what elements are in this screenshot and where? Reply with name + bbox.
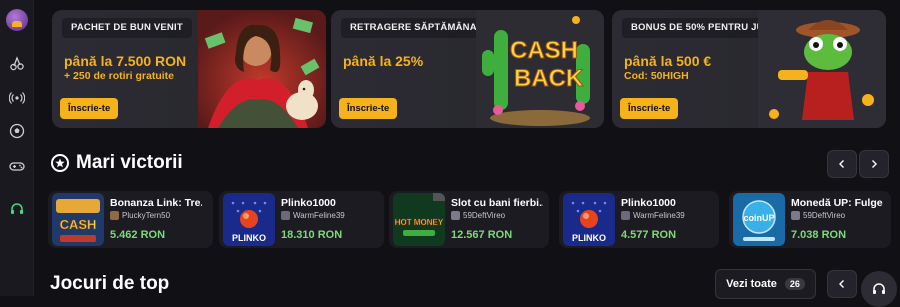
winner-user: PluckyTern50 xyxy=(110,211,170,220)
star-icon xyxy=(51,154,69,172)
username: WarmFeline39 xyxy=(293,211,345,220)
main-content: PACHET DE BUN VENIT până la 7.500 RON + … xyxy=(34,0,900,307)
promo-code: Cod: 50HIGH xyxy=(624,70,689,82)
support-chat-button[interactable] xyxy=(861,271,897,307)
prev-button[interactable] xyxy=(827,150,857,178)
big-wins-title: Mari victorii xyxy=(76,152,183,173)
big-win-card[interactable]: PLINKO Plinko1000 WarmFeline39 18.310 RO… xyxy=(219,191,384,248)
soccer-ball-icon[interactable] xyxy=(8,122,26,140)
game-name: Slot cu bani fierbi... xyxy=(451,197,543,209)
promo-card-cashback[interactable]: RETRAGERE SĂPTĂMÂNALĂ până la 25% Înscri… xyxy=(331,10,604,128)
chevron-left-icon xyxy=(839,160,844,168)
user-avatar-icon xyxy=(791,211,800,220)
hot-money-slot-thumbnail: HOT MONEY xyxy=(393,193,445,246)
promo-headline: până la 7.500 RON xyxy=(64,53,187,69)
cash-back-cactus-image: CASH BACK xyxy=(476,10,604,128)
promo-tag: PACHET DE BUN VENIT xyxy=(62,18,192,38)
promo-card-welcome[interactable]: PACHET DE BUN VENIT până la 7.500 RON + … xyxy=(52,10,326,128)
next-button[interactable] xyxy=(859,150,889,178)
gamepad-icon[interactable] xyxy=(8,157,26,175)
user-avatar-icon xyxy=(451,211,460,220)
cash-text: CASH xyxy=(510,37,578,64)
promo-headline: până la 25% xyxy=(343,53,424,69)
win-amount: 4.577 RON xyxy=(621,229,677,241)
frog-cowboy-image xyxy=(758,10,886,128)
games-count-badge: 26 xyxy=(784,278,805,290)
game-name: Plinko1000 xyxy=(281,197,336,209)
big-win-card[interactable]: PLINKO Plinko1000 WarmFeline39 4.577 RON xyxy=(559,191,719,248)
thumb-text: CASH xyxy=(60,217,97,232)
thumb-text: PLINKO xyxy=(572,233,606,243)
username: 59DeftVireo xyxy=(463,211,506,220)
winner-user: 59DeftVireo xyxy=(791,211,845,220)
big-win-card[interactable]: CASH Bonanza Link: Tre... PluckyTern50 5… xyxy=(48,191,213,248)
user-avatar-icon xyxy=(110,211,119,220)
big-win-card[interactable]: coinUP Monedă UP: Fulger 59DeftVireo 7.0… xyxy=(729,191,891,248)
user-avatar-icon xyxy=(281,211,290,220)
username: WarmFeline39 xyxy=(633,211,685,220)
broadcast-icon[interactable] xyxy=(8,89,26,107)
back-text: BACK xyxy=(514,65,584,92)
top-games-title: Jocuri de top xyxy=(50,273,170,294)
thumb-text: coinUP xyxy=(743,213,774,223)
chevron-right-icon xyxy=(872,160,877,168)
plinko-thumbnail: PLINKO xyxy=(563,193,615,246)
see-all-button[interactable]: Vezi toate 26 xyxy=(715,269,816,299)
winner-user: WarmFeline39 xyxy=(621,211,685,220)
game-name: Monedă UP: Fulger xyxy=(791,197,883,209)
username: PluckyTern50 xyxy=(122,211,171,220)
user-avatar-icon xyxy=(621,211,630,220)
winner-user: 59DeftVireo xyxy=(451,211,505,220)
coin-up-thumbnail: coinUP xyxy=(733,193,785,246)
headset-icon[interactable] xyxy=(8,200,26,218)
sidebar xyxy=(0,0,34,296)
plinko-thumbnail: PLINKO xyxy=(223,193,275,246)
big-win-card[interactable]: HOT MONEY Slot cu bani fierbi... 59DeftV… xyxy=(389,191,549,248)
woman-with-money-image xyxy=(198,10,326,128)
win-amount: 18.310 RON xyxy=(281,229,343,241)
signup-button[interactable]: Înscrie-te xyxy=(60,98,119,119)
signup-button[interactable]: Înscrie-te xyxy=(339,98,398,119)
promo-headline: până la 500 € xyxy=(624,53,712,69)
username: 59DeftVireo xyxy=(803,211,846,220)
thumb-text: PLINKO xyxy=(232,233,266,243)
thumb-text: HOT MONEY xyxy=(395,218,444,227)
promo-card-highroller[interactable]: BONUS DE 50% PENTRU JUCĂTORII CU MARI pâ… xyxy=(612,10,886,128)
chevron-left-icon xyxy=(839,280,844,288)
win-amount: 12.567 RON xyxy=(451,229,513,241)
win-amount: 5.462 RON xyxy=(110,229,166,241)
headset-icon xyxy=(873,283,885,294)
prev-button[interactable] xyxy=(827,270,857,298)
see-all-label: Vezi toate xyxy=(726,278,777,290)
game-name: Bonanza Link: Tre... xyxy=(110,197,202,209)
promo-subtitle: + 250 de rotiri gratuite xyxy=(64,70,174,82)
bonanza-link-thumbnail: CASH xyxy=(52,193,104,246)
win-amount: 7.038 RON xyxy=(791,229,847,241)
cherries-icon[interactable] xyxy=(8,54,26,72)
avatar-logo[interactable] xyxy=(6,9,28,31)
signup-button[interactable]: Înscrie-te xyxy=(620,98,679,119)
winner-user: WarmFeline39 xyxy=(281,211,345,220)
game-name: Plinko1000 xyxy=(621,197,676,209)
